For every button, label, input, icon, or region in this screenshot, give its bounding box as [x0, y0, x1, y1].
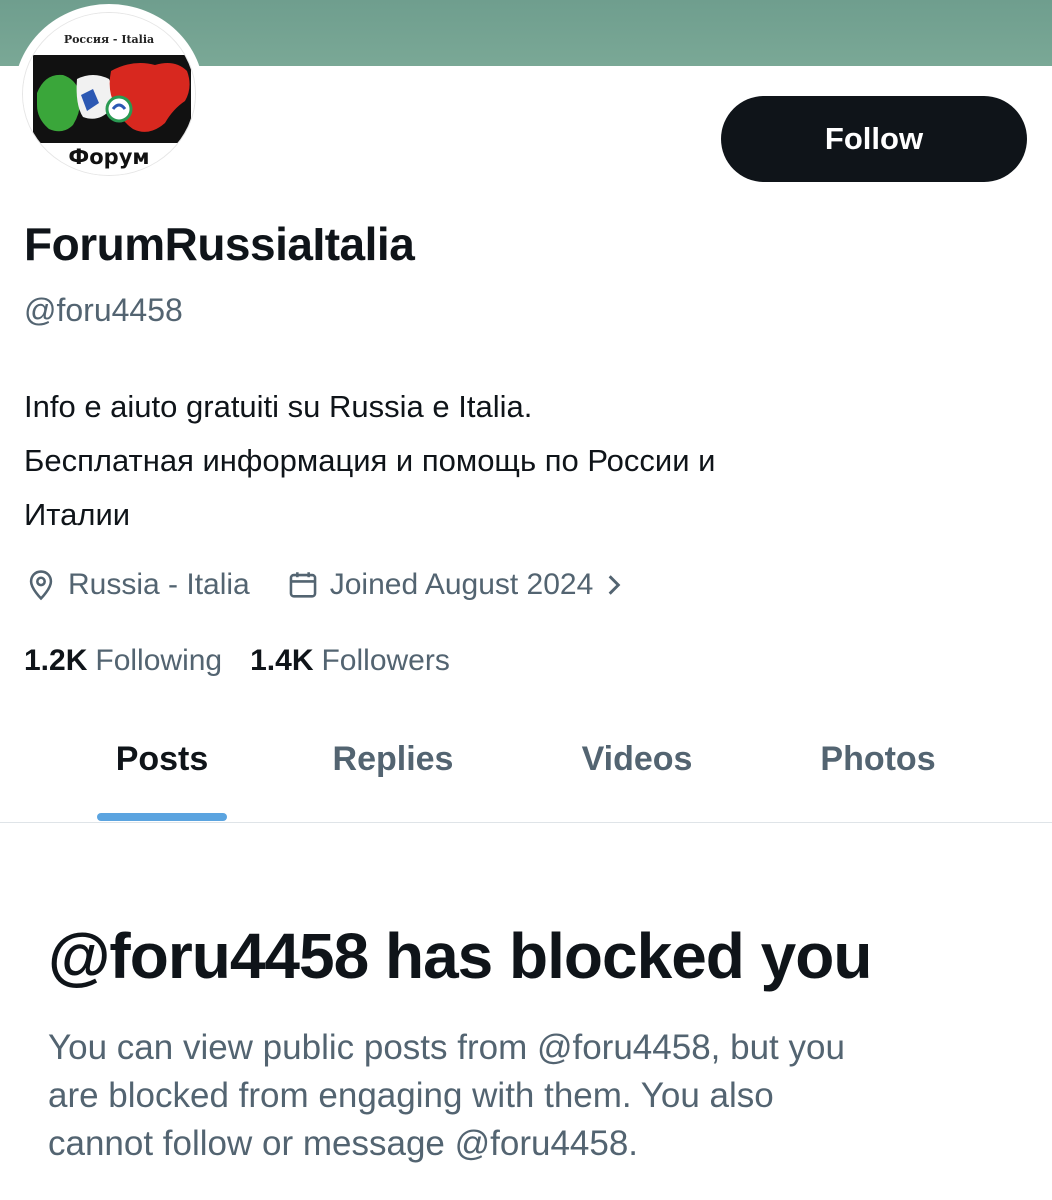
profile-handle: @foru4458 [24, 292, 183, 328]
location-pin-icon [24, 568, 58, 602]
display-name: ForumRussiaItalia [24, 218, 415, 270]
location-text: Russia - Italia [68, 568, 250, 601]
follow-button[interactable]: Follow [721, 96, 1027, 182]
avatar[interactable]: Россия - Italia Форум [22, 12, 196, 176]
joined-date[interactable]: Joined August 2024 [286, 568, 624, 602]
blocked-message-line: You can view public posts from @foru4458… [48, 1028, 845, 1067]
bio-line: Info e aiuto gratuiti su Russia e Italia… [24, 389, 533, 424]
avatar-logo-emblem [105, 95, 133, 123]
bio-line: Италии [24, 497, 131, 532]
bio-line: Бесплатная информация и помощь по России… [24, 443, 716, 478]
blocked-title: @foru4458 has blocked you [48, 920, 872, 992]
avatar-logo-italy-shape [37, 74, 81, 132]
avatar-frame[interactable]: Россия - Italia Форум [14, 4, 204, 184]
tab-videos[interactable]: Videos [582, 740, 693, 779]
chevron-right-icon [605, 572, 623, 598]
active-tab-indicator [97, 813, 227, 821]
profile-bio: Info e aiuto gratuiti su Russia e Italia… [24, 380, 1024, 542]
following-count: 1.2K [24, 644, 88, 677]
profile-meta: Russia - Italia Joined August 2024 [24, 562, 623, 608]
blocked-message-line: cannot follow or message @foru4458. [48, 1124, 639, 1163]
avatar-bottom-label: Форум [68, 145, 149, 169]
tab-photos[interactable]: Photos [820, 740, 935, 779]
followers-count: 1.4K [250, 644, 314, 677]
following-link[interactable]: 1.2K Following [24, 644, 222, 678]
tab-replies[interactable]: Replies [333, 740, 454, 779]
following-label: Following [95, 644, 223, 677]
followers-link[interactable]: 1.4K Followers [250, 644, 450, 678]
tab-posts[interactable]: Posts [116, 740, 209, 779]
followers-label: Followers [321, 644, 450, 677]
location: Russia - Italia [24, 568, 250, 602]
follow-stats: 1.2K Following 1.4K Followers [24, 638, 450, 684]
joined-text: Joined August 2024 [329, 568, 594, 601]
blocked-message: You can view public posts from @foru4458… [48, 1024, 1008, 1168]
calendar-icon [286, 568, 320, 602]
blocked-message-line: are blocked from engaging with them. You… [48, 1076, 774, 1115]
avatar-logo: Россия - Italia Форум [23, 13, 195, 175]
profile-tabs: Posts Replies Videos Photos [0, 720, 1052, 823]
avatar-top-label: Россия - Italia [64, 33, 154, 46]
